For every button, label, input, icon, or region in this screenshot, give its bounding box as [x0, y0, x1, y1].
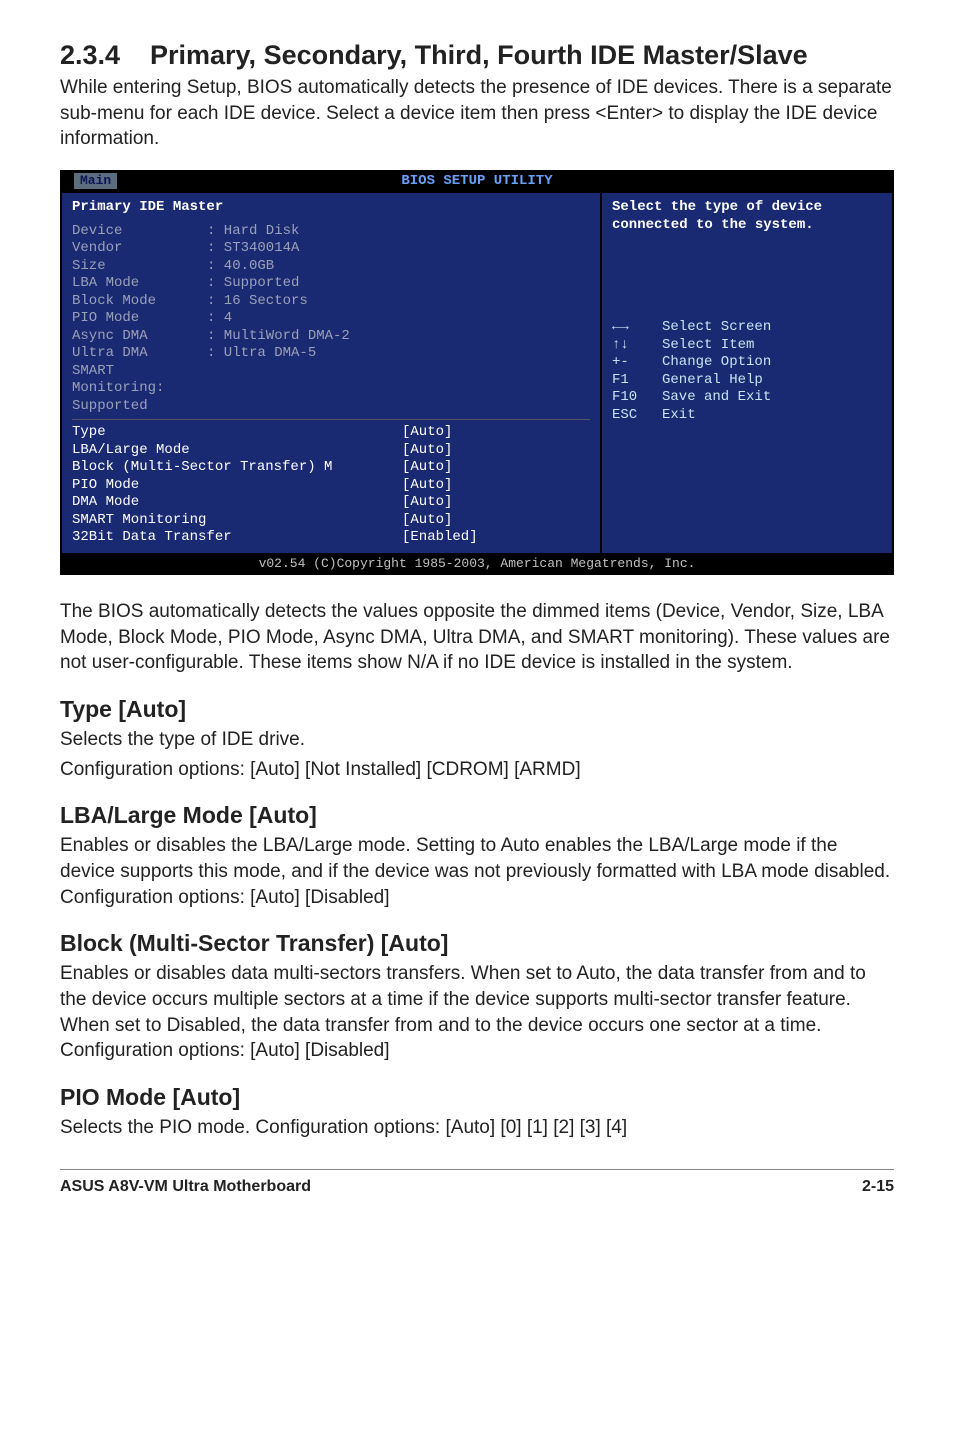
bios-help-key-row: +-Change Option — [612, 354, 882, 372]
pio-heading: PIO Mode [Auto] — [60, 1084, 894, 1111]
bios-dimmed-label: Vendor — [72, 240, 207, 258]
bios-dimmed-row: Async DMA: MultiWord DMA-2 — [72, 328, 590, 346]
bios-panel-title: Primary IDE Master — [72, 199, 590, 217]
bios-dimmed-value: : Hard Disk — [207, 223, 299, 241]
bios-dimmed-info: Device: Hard DiskVendor: ST340014ASize: … — [72, 223, 590, 416]
bios-item-row[interactable]: DMA Mode[Auto] — [72, 494, 590, 512]
bios-config-items: Type[Auto]LBA/Large Mode[Auto]Block (Mul… — [72, 419, 590, 547]
bios-dimmed-row: SMART Monitoring: Supported — [72, 363, 590, 416]
bios-dimmed-label: Block Mode — [72, 293, 207, 311]
bios-dimmed-value: : MultiWord DMA-2 — [207, 328, 350, 346]
section-heading: 2.3.4 Primary, Secondary, Third, Fourth … — [60, 40, 894, 71]
pio-desc: Selects the PIO mode. Configuration opti… — [60, 1115, 894, 1141]
bios-tab-main: Main — [74, 173, 117, 189]
bios-item-label: Block (Multi-Sector Transfer) M — [72, 459, 402, 477]
bios-dimmed-row: Ultra DMA: Ultra DMA-5 — [72, 345, 590, 363]
bios-item-value: [Auto] — [402, 442, 452, 460]
section-number: 2.3.4 — [60, 40, 150, 71]
bios-item-row[interactable]: LBA/Large Mode[Auto] — [72, 442, 590, 460]
after-bios-paragraph: The BIOS automatically detects the value… — [60, 599, 894, 676]
bios-dimmed-row: Block Mode: 16 Sectors — [72, 293, 590, 311]
bios-help-desc: Select Screen — [662, 319, 771, 337]
bios-dimmed-value: : 16 Sectors — [207, 293, 308, 311]
bios-help-key-row: F10Save and Exit — [612, 389, 882, 407]
bios-item-row[interactable]: Type[Auto] — [72, 424, 590, 442]
bios-item-value: [Auto] — [402, 459, 452, 477]
bios-item-row[interactable]: PIO Mode[Auto] — [72, 477, 590, 495]
bios-item-row[interactable]: SMART Monitoring[Auto] — [72, 512, 590, 530]
type-heading: Type [Auto] — [60, 696, 894, 723]
bios-help-keys: ←→Select Screen↑↓Select Item+-Change Opt… — [612, 319, 882, 424]
section-intro: While entering Setup, BIOS automatically… — [60, 75, 894, 152]
bios-help-key: ↑↓ — [612, 337, 662, 355]
bios-header-bar: Main BIOS SETUP UTILITY — [62, 172, 892, 192]
bios-help-key: ESC — [612, 407, 662, 425]
bios-item-value: [Auto] — [402, 424, 452, 442]
bios-help-desc: Select Item — [662, 337, 754, 355]
bios-footer: v02.54 (C)Copyright 1985-2003, American … — [62, 553, 892, 573]
bios-help-desc: Change Option — [662, 354, 771, 372]
bios-screenshot: Main BIOS SETUP UTILITY Primary IDE Mast… — [60, 170, 894, 575]
bios-dimmed-row: Device: Hard Disk — [72, 223, 590, 241]
bios-help-key-row: F1General Help — [612, 372, 882, 390]
bios-item-value: [Auto] — [402, 494, 452, 512]
type-desc-2: Configuration options: [Auto] [Not Insta… — [60, 757, 894, 783]
bios-item-value: [Auto] — [402, 477, 452, 495]
section-title: Primary, Secondary, Third, Fourth IDE Ma… — [150, 40, 894, 71]
type-desc-1: Selects the type of IDE drive. — [60, 727, 894, 753]
bios-item-label: 32Bit Data Transfer — [72, 529, 402, 547]
bios-item-label: SMART Monitoring — [72, 512, 402, 530]
bios-dimmed-label: Size — [72, 258, 207, 276]
bios-item-row[interactable]: Block (Multi-Sector Transfer) M[Auto] — [72, 459, 590, 477]
bios-dimmed-label: Ultra DMA — [72, 345, 207, 363]
bios-item-value: [Auto] — [402, 512, 452, 530]
lba-desc: Enables or disables the LBA/Large mode. … — [60, 833, 894, 910]
bios-help-desc: Exit — [662, 407, 696, 425]
bios-dimmed-row: LBA Mode: Supported — [72, 275, 590, 293]
bios-dimmed-row: Vendor: ST340014A — [72, 240, 590, 258]
lba-heading: LBA/Large Mode [Auto] — [60, 802, 894, 829]
bios-item-label: Type — [72, 424, 402, 442]
bios-left-panel: Primary IDE Master Device: Hard DiskVend… — [62, 193, 602, 553]
bios-help-key-row: ↑↓Select Item — [612, 337, 882, 355]
bios-help-key-row: ESCExit — [612, 407, 882, 425]
footer-right: 2-15 — [862, 1178, 894, 1196]
bios-item-label: PIO Mode — [72, 477, 402, 495]
bios-right-panel: Select the type of device connected to t… — [602, 193, 892, 553]
bios-item-label: DMA Mode — [72, 494, 402, 512]
bios-dimmed-row: Size: 40.0GB — [72, 258, 590, 276]
bios-dimmed-value: : Ultra DMA-5 — [207, 345, 316, 363]
bios-dimmed-value: : ST340014A — [207, 240, 299, 258]
bios-dimmed-value: : Supported — [207, 275, 299, 293]
bios-help-desc: General Help — [662, 372, 763, 390]
bios-dimmed-label: Device — [72, 223, 207, 241]
bios-dimmed-label: PIO Mode — [72, 310, 207, 328]
bios-help-key-row: ←→Select Screen — [612, 319, 882, 337]
bios-help-key: ←→ — [612, 319, 662, 337]
bios-dimmed-row: PIO Mode: 4 — [72, 310, 590, 328]
bios-help-key: +- — [612, 354, 662, 372]
bios-dimmed-label: LBA Mode — [72, 275, 207, 293]
bios-help-key: F10 — [612, 389, 662, 407]
bios-dimmed-value: : 40.0GB — [207, 258, 274, 276]
bios-item-value: [Enabled] — [402, 529, 478, 547]
bios-dimmed-label: Async DMA — [72, 328, 207, 346]
bios-dimmed-value: : 4 — [207, 310, 232, 328]
block-desc: Enables or disables data multi-sectors t… — [60, 961, 894, 1064]
bios-dimmed-label: SMART Monitoring: Supported — [72, 363, 207, 416]
bios-help-text: Select the type of device connected to t… — [612, 199, 882, 234]
bios-help-key: F1 — [612, 372, 662, 390]
bios-item-row[interactable]: 32Bit Data Transfer[Enabled] — [72, 529, 590, 547]
block-heading: Block (Multi-Sector Transfer) [Auto] — [60, 930, 894, 957]
bios-header-title: BIOS SETUP UTILITY — [401, 173, 552, 189]
bios-item-label: LBA/Large Mode — [72, 442, 402, 460]
footer-left: ASUS A8V-VM Ultra Motherboard — [60, 1178, 311, 1196]
bios-help-desc: Save and Exit — [662, 389, 771, 407]
page-footer: ASUS A8V-VM Ultra Motherboard 2-15 — [60, 1169, 894, 1196]
